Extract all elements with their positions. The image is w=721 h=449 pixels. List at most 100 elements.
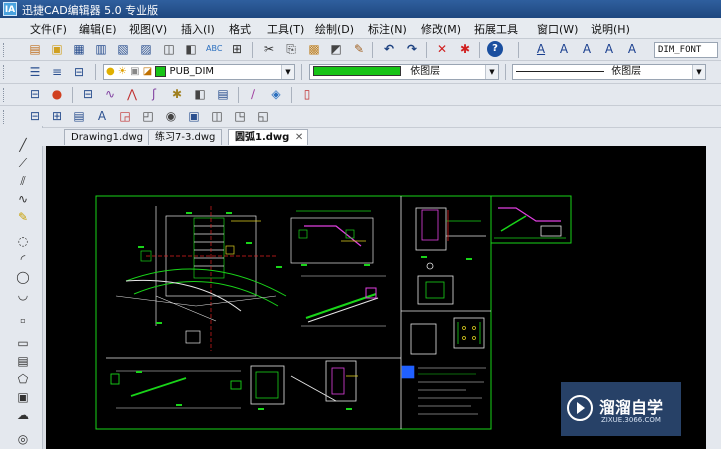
save-icon[interactable]: ▦ — [71, 41, 87, 57]
toolbar-grip[interactable] — [3, 43, 7, 57]
menu-insert[interactable]: 插入(I) — [181, 21, 215, 37]
polyline-icon[interactable]: ⋀ — [124, 86, 140, 102]
cut-icon[interactable]: ✂ — [261, 41, 277, 57]
menu-tools[interactable]: 工具(T) — [267, 21, 304, 37]
spline-icon[interactable]: ∿ — [102, 86, 118, 102]
dim-tolerance-icon[interactable]: ◱ — [255, 108, 271, 124]
scale-text-icon[interactable]: A — [624, 41, 640, 57]
open-icon[interactable]: ▣ — [49, 41, 65, 57]
dim-angular-icon[interactable]: ◉ — [163, 108, 179, 124]
dim-aligned-icon[interactable]: ⊞ — [49, 108, 65, 124]
menu-dimension[interactable]: 标注(N) — [368, 21, 407, 37]
menu-help[interactable]: 说明(H) — [591, 21, 630, 37]
brush-icon[interactable]: ✎ — [351, 41, 367, 57]
point-tool-icon[interactable]: ▫ — [14, 314, 32, 328]
delete-icon[interactable]: ✕ — [434, 41, 450, 57]
menu-draw[interactable]: 绘制(D) — [315, 21, 354, 37]
plot-icon[interactable]: ▧ — [115, 41, 131, 57]
hatch-icon[interactable]: ◧ — [192, 86, 208, 102]
dim-leader-icon[interactable]: ◳ — [232, 108, 248, 124]
region-icon[interactable]: ◈ — [268, 86, 284, 102]
linetype-combo[interactable]: 依图层 ▼ — [512, 64, 706, 80]
dim-radius-icon[interactable]: ◲ — [117, 108, 133, 124]
table-icon[interactable]: ▤ — [215, 86, 231, 102]
menu-extension-tools[interactable]: 拓展工具 — [474, 21, 518, 37]
print-icon[interactable]: ▨ — [138, 41, 154, 57]
hatch-tool-icon[interactable]: ▤ — [14, 354, 32, 368]
menu-view[interactable]: 视图(V) — [129, 21, 167, 37]
lock-icon: ▣ — [130, 66, 140, 77]
layer-combo[interactable]: ● ☀ ▣ ◪ PUB_DIM ▼ — [103, 64, 295, 80]
text-style-combo[interactable]: DIM_FONT — [654, 42, 718, 58]
publish-icon[interactable]: ◧ — [183, 41, 199, 57]
edit-text-icon[interactable]: A — [579, 41, 595, 57]
find-icon[interactable]: ⊞ — [229, 41, 245, 57]
layer-previous-icon[interactable]: ≡ — [49, 64, 65, 80]
dim-linear-icon[interactable]: ⊟ — [27, 108, 43, 124]
polygon-tool-icon[interactable]: ⬠ — [14, 372, 32, 386]
page-setup-icon[interactable]: ◫ — [161, 41, 177, 57]
layer-manager-icon[interactable]: ☰ — [27, 64, 43, 80]
arc-3point-icon[interactable]: ◜ — [14, 252, 32, 266]
menu-edit[interactable]: 编辑(E) — [79, 21, 117, 37]
dim-diameter-icon[interactable]: ◰ — [140, 108, 156, 124]
chevron-down-icon[interactable]: ▼ — [692, 65, 705, 79]
donut-tool-icon[interactable]: ◎ — [14, 432, 32, 446]
block-icon[interactable]: ✱ — [169, 86, 185, 102]
region-tool-icon[interactable]: ▣ — [14, 390, 32, 404]
dim-baseline-icon[interactable]: ▣ — [186, 108, 202, 124]
render-icon[interactable]: ● — [49, 86, 65, 102]
bottom-section — [110, 370, 337, 409]
toolbar-grip[interactable] — [3, 88, 7, 102]
paste-icon[interactable]: ▩ — [306, 41, 322, 57]
notes-block — [401, 365, 486, 415]
ellipse-arc-icon[interactable]: ◡ — [14, 288, 32, 302]
help-icon[interactable]: ? — [487, 41, 503, 57]
polyline-tool-icon[interactable]: ⫽ — [14, 174, 32, 188]
menu-window[interactable]: 窗口(W) — [537, 21, 578, 37]
print-preview-icon[interactable]: ▥ — [93, 41, 109, 57]
explode-icon[interactable]: ✱ — [457, 41, 473, 57]
chevron-down-icon[interactable]: ▼ — [485, 65, 498, 79]
text-style-icon[interactable]: A — [556, 41, 572, 57]
text-icon[interactable]: A — [533, 41, 549, 57]
spell-check-icon[interactable]: ABC — [206, 41, 222, 57]
tab-exercise-7-3[interactable]: 练习7-3.dwg — [148, 129, 223, 145]
match-prop-icon[interactable]: ◩ — [328, 41, 344, 57]
tab-drawing1[interactable]: Drawing1.dwg — [64, 129, 150, 145]
tab-arc1[interactable]: 圆弧1.dwg ✕ — [228, 129, 309, 145]
redo-icon[interactable]: ↷ — [404, 41, 420, 57]
color-swatch — [313, 66, 401, 76]
dimension-toolbar: ⊟ ⊞ ▤ A ◲ ◰ ◉ ▣ ◫ ◳ ◱ — [0, 106, 721, 128]
revcloud-icon[interactable]: ʃ — [146, 86, 162, 102]
menu-modify[interactable]: 修改(M) — [421, 21, 461, 37]
new-icon[interactable]: ▤ — [27, 41, 43, 57]
line-icon[interactable]: ╱ — [14, 138, 32, 152]
dim-continue-icon[interactable]: ◫ — [209, 108, 225, 124]
ellipse-tool-icon[interactable]: ◯ — [14, 270, 32, 284]
dim-arc-icon[interactable]: ▤ — [71, 108, 87, 124]
circle-tool-icon[interactable]: ◌ — [14, 234, 32, 248]
toolbar-grip[interactable] — [3, 65, 7, 79]
menu-file[interactable]: 文件(F) — [30, 21, 67, 37]
layer-walk-icon[interactable]: ⊟ — [80, 86, 96, 102]
arc-tool-icon[interactable]: ∿ — [14, 192, 32, 206]
close-icon[interactable]: ✕ — [295, 130, 303, 145]
cloud-tool-icon[interactable]: ☁ — [14, 408, 32, 422]
dim-ordinate-icon[interactable]: A — [94, 108, 110, 124]
spell-text-icon[interactable]: A — [601, 41, 617, 57]
undo-icon[interactable]: ↶ — [381, 41, 397, 57]
pencil-icon[interactable]: ✎ — [14, 210, 32, 224]
rectangle-tool-icon[interactable]: ▭ — [14, 336, 32, 350]
layer-state-icon[interactable]: ⊟ — [27, 86, 43, 102]
color-combo[interactable]: 依图层 ▼ — [309, 64, 499, 80]
boundary-icon[interactable]: ▯ — [299, 86, 315, 102]
construction-line-icon[interactable]: ⟋ — [14, 156, 32, 170]
toolbar-grip[interactable] — [3, 110, 7, 124]
measure-icon[interactable]: ∕ — [245, 86, 261, 102]
vertical-scrollbar[interactable] — [706, 146, 721, 449]
make-current-icon[interactable]: ⊟ — [71, 64, 87, 80]
copy-icon[interactable]: ⎘ — [283, 41, 299, 57]
menu-format[interactable]: 格式 — [229, 21, 251, 37]
chevron-down-icon[interactable]: ▼ — [281, 65, 294, 79]
